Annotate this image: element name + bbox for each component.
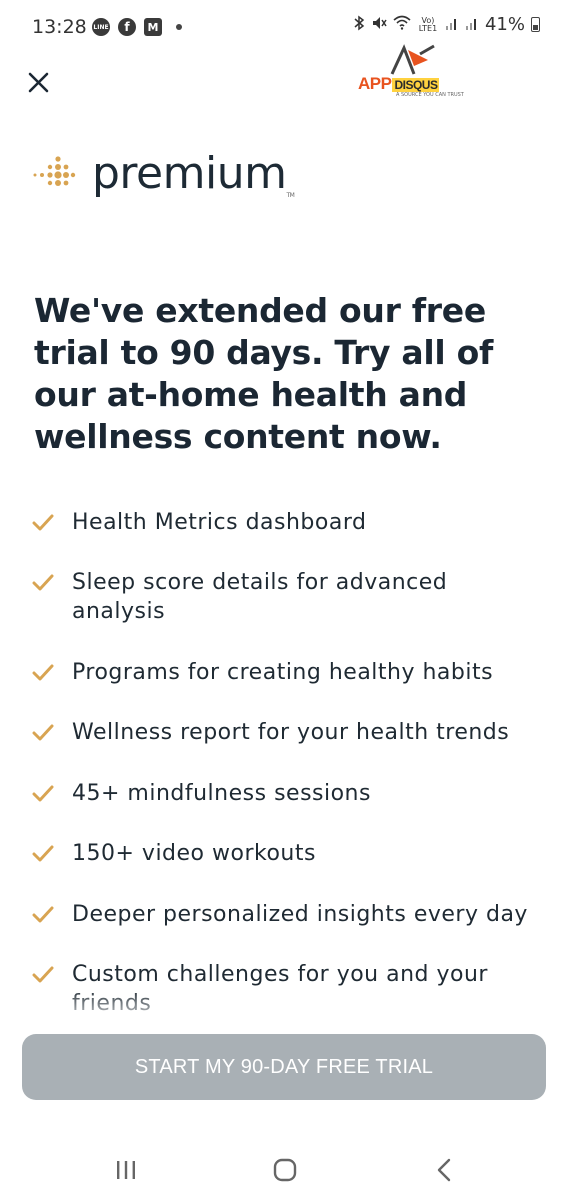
check-icon — [32, 785, 54, 802]
check-icon — [32, 906, 54, 923]
battery-percent: 41% — [484, 14, 525, 35]
system-nav-bar — [0, 1140, 568, 1200]
scroll-fade — [0, 988, 568, 1028]
check-icon — [32, 514, 54, 531]
feature-item: Programs for creating healthy habits — [32, 658, 552, 687]
start-free-trial-button[interactable]: START MY 90-DAY FREE TRIAL — [22, 1034, 546, 1100]
watermark-logo: APP DISQUS A SOURCE YOU CAN TRUST — [356, 44, 464, 98]
watermark-text: APP DISQUS — [358, 74, 440, 94]
recent-apps-icon — [117, 1161, 135, 1179]
wifi-icon — [393, 15, 411, 34]
check-icon — [32, 664, 54, 681]
home-button[interactable] — [265, 1156, 305, 1184]
signal-1-icon — [445, 15, 459, 35]
status-time: 13:28 — [32, 16, 87, 38]
signal-2-icon — [465, 15, 479, 35]
premium-dots-icon — [33, 156, 76, 186]
feature-text: 45+ mindfulness sessions — [72, 781, 371, 806]
back-icon — [437, 1158, 451, 1182]
status-bar: 13:28 LINE f M Vo) LTE1 41% — [0, 0, 568, 56]
trademark-mark: TM — [286, 191, 295, 199]
line-icon: LINE — [92, 18, 110, 36]
premium-word: premium — [92, 147, 287, 199]
check-icon — [32, 966, 54, 983]
home-icon — [273, 1158, 297, 1182]
recent-apps-button[interactable] — [106, 1156, 146, 1184]
feature-text: 150+ video workouts — [72, 841, 316, 866]
feature-text: Programs for creating healthy habits — [72, 660, 494, 685]
feature-text: Deeper personalized insights every day — [72, 902, 528, 927]
watermark-tagline: A SOURCE YOU CAN TRUST — [396, 92, 464, 98]
premium-logo: premiumTM — [32, 145, 295, 201]
volte-label: Vo) LTE1 — [418, 15, 438, 33]
watermark-mark-icon — [390, 44, 435, 75]
battery-icon — [531, 17, 540, 32]
mute-icon — [371, 15, 387, 35]
check-icon — [32, 724, 54, 741]
feature-text: Sleep score details for advanced analysi… — [72, 570, 448, 624]
notification-icons: LINE f M — [92, 18, 182, 36]
feature-text: Wellness report for your health trends — [72, 720, 510, 745]
check-icon — [32, 845, 54, 862]
feature-item: Wellness report for your health trends — [32, 718, 552, 747]
back-button[interactable] — [424, 1156, 464, 1184]
more-notifications-dot — [176, 24, 182, 30]
feature-item: Deeper personalized insights every day — [32, 900, 552, 929]
headline: We've extended our free trial to 90 days… — [34, 291, 493, 456]
feature-item: Health Metrics dashboard — [32, 508, 552, 537]
feature-item: 150+ video workouts — [32, 839, 552, 868]
feature-text: Health Metrics dashboard — [72, 510, 367, 535]
feature-item: 45+ mindfulness sessions — [32, 779, 552, 808]
facebook-icon: f — [118, 18, 136, 36]
close-icon — [28, 72, 49, 93]
premium-wordmark: premiumTM — [92, 147, 295, 199]
bluetooth-icon — [353, 15, 365, 35]
check-icon — [32, 574, 54, 591]
system-icons: Vo) LTE1 41% — [353, 14, 540, 35]
watermark-brand-b: DISQUS — [392, 78, 440, 92]
feature-item: Sleep score details for advanced analysi… — [32, 568, 552, 626]
watermark-brand-a: APP — [358, 74, 392, 93]
close-button[interactable] — [26, 70, 52, 96]
gmail-icon: M — [144, 18, 162, 36]
